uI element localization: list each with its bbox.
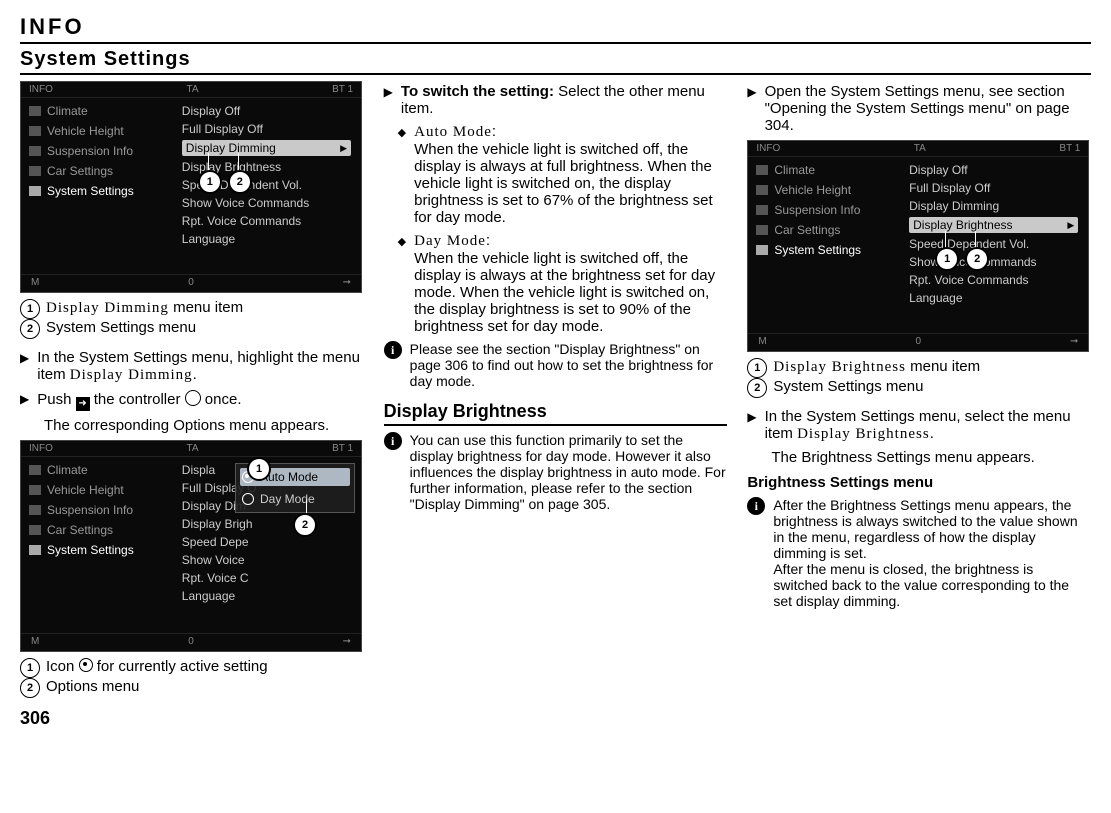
caption-b2: Options menu [46, 678, 139, 695]
step-text: Push ➜ the controller once. [37, 390, 241, 411]
step-follow: The corresponding Options menu appears. [44, 417, 329, 434]
nav-vehicle-height: Vehicle Height [47, 124, 124, 138]
menu-show-voice: Show Voice Commands [182, 196, 351, 210]
note-brightness-menu: After the Brightness Settings menu appea… [773, 497, 1091, 609]
screenshot-dimming-options: INFO TA BT 1 Climate Vehicle Height Susp… [20, 440, 362, 652]
radio-off-icon [242, 493, 254, 505]
caption-b1: Icon for currently active setting [46, 658, 268, 675]
step-bullet-icon [20, 349, 29, 384]
scr-top-mid: TA [186, 84, 198, 95]
screenshot-brightness: INFO TA BT 1 Climate Vehicle Height Susp… [747, 140, 1089, 352]
active-dot-icon [79, 658, 93, 672]
menu-rpt-voice: Rpt. Voice Commands [182, 214, 351, 228]
note-brightness-daymode: You can use this function primarily to s… [410, 432, 728, 512]
step-bullet-icon [747, 408, 756, 443]
caption-1: Display Dimming menu item [46, 299, 243, 317]
controller-icon [185, 390, 201, 406]
screenshot-dimming: INFO TA BT 1 Climate Vehicle Height Susp… [20, 81, 362, 293]
menu-language: Language [182, 232, 351, 246]
menu-full-display-off: Full Display Off [182, 122, 351, 136]
caption-c1: Display Brightness menu item [773, 358, 980, 376]
step-bullet-icon [20, 390, 29, 411]
info-icon: i [747, 497, 765, 515]
step-bullet-icon [384, 83, 393, 117]
note-brightness-ref: Please see the section "Display Brightne… [410, 341, 728, 389]
callout-2-icon: 2 [965, 247, 989, 271]
callout-2-icon: 2 [228, 170, 252, 194]
scr-bottom-right: ➞ [343, 277, 351, 288]
menu-display-off: Display Off [182, 104, 351, 118]
callout-1-icon: 1 [247, 457, 271, 481]
nav-suspension: Suspension Info [47, 144, 133, 158]
step-bullet-icon [747, 83, 756, 134]
page-header-section: System Settings [20, 48, 1091, 75]
day-mode-block: Day Mode: When the vehicle light is swit… [414, 232, 727, 335]
menu-display-brightness-hl: Display Brightness▶ [909, 217, 1078, 233]
subhead-brightness-settings: Brightness Settings menu [747, 474, 1091, 491]
callout-1-icon: 1 [198, 170, 222, 194]
subhead-display-brightness: Display Brightness [384, 401, 728, 426]
scr-bottom-left: M [31, 277, 39, 288]
caption-marker-1: 1 [747, 358, 767, 378]
arrow-right-icon: ➜ [76, 397, 90, 411]
caption-c2: System Settings menu [773, 378, 923, 395]
step-select-brightness: In the System Settings menu, select the … [765, 408, 1091, 443]
nav-system-settings: System Settings [47, 184, 134, 198]
diamond-bullet-icon [384, 123, 406, 226]
callout-1-icon: 1 [935, 247, 959, 271]
caption-marker-1: 1 [20, 299, 40, 319]
scr-top-right: BT 1 [332, 84, 353, 95]
caption-marker-1: 1 [20, 658, 40, 678]
info-icon: i [384, 432, 402, 450]
nav-car-settings: Car Settings [47, 164, 113, 178]
step-text: In the System Settings menu, highlight t… [37, 349, 363, 384]
step-open-system-settings: Open the System Settings menu, see secti… [765, 83, 1091, 134]
caption-marker-2: 2 [20, 678, 40, 698]
scr-top-left: INFO [29, 84, 53, 95]
auto-mode-block: Auto Mode: When the vehicle light is swi… [414, 123, 727, 226]
caption-marker-2: 2 [20, 319, 40, 339]
diamond-bullet-icon [384, 232, 406, 335]
scr-bottom-mid: 0 [188, 277, 194, 288]
step-switch-setting: To switch the setting: Select the other … [401, 83, 727, 117]
caption-2: System Settings menu [46, 319, 196, 336]
callout-2-icon: 2 [293, 513, 317, 537]
info-icon: i [384, 341, 402, 359]
nav-climate: Climate [47, 104, 88, 118]
caption-marker-2: 2 [747, 378, 767, 398]
page-number: 306 [20, 708, 364, 729]
page-header-info: INFO [20, 14, 1091, 44]
step-follow-brightness: The Brightness Settings menu appears. [771, 449, 1034, 466]
